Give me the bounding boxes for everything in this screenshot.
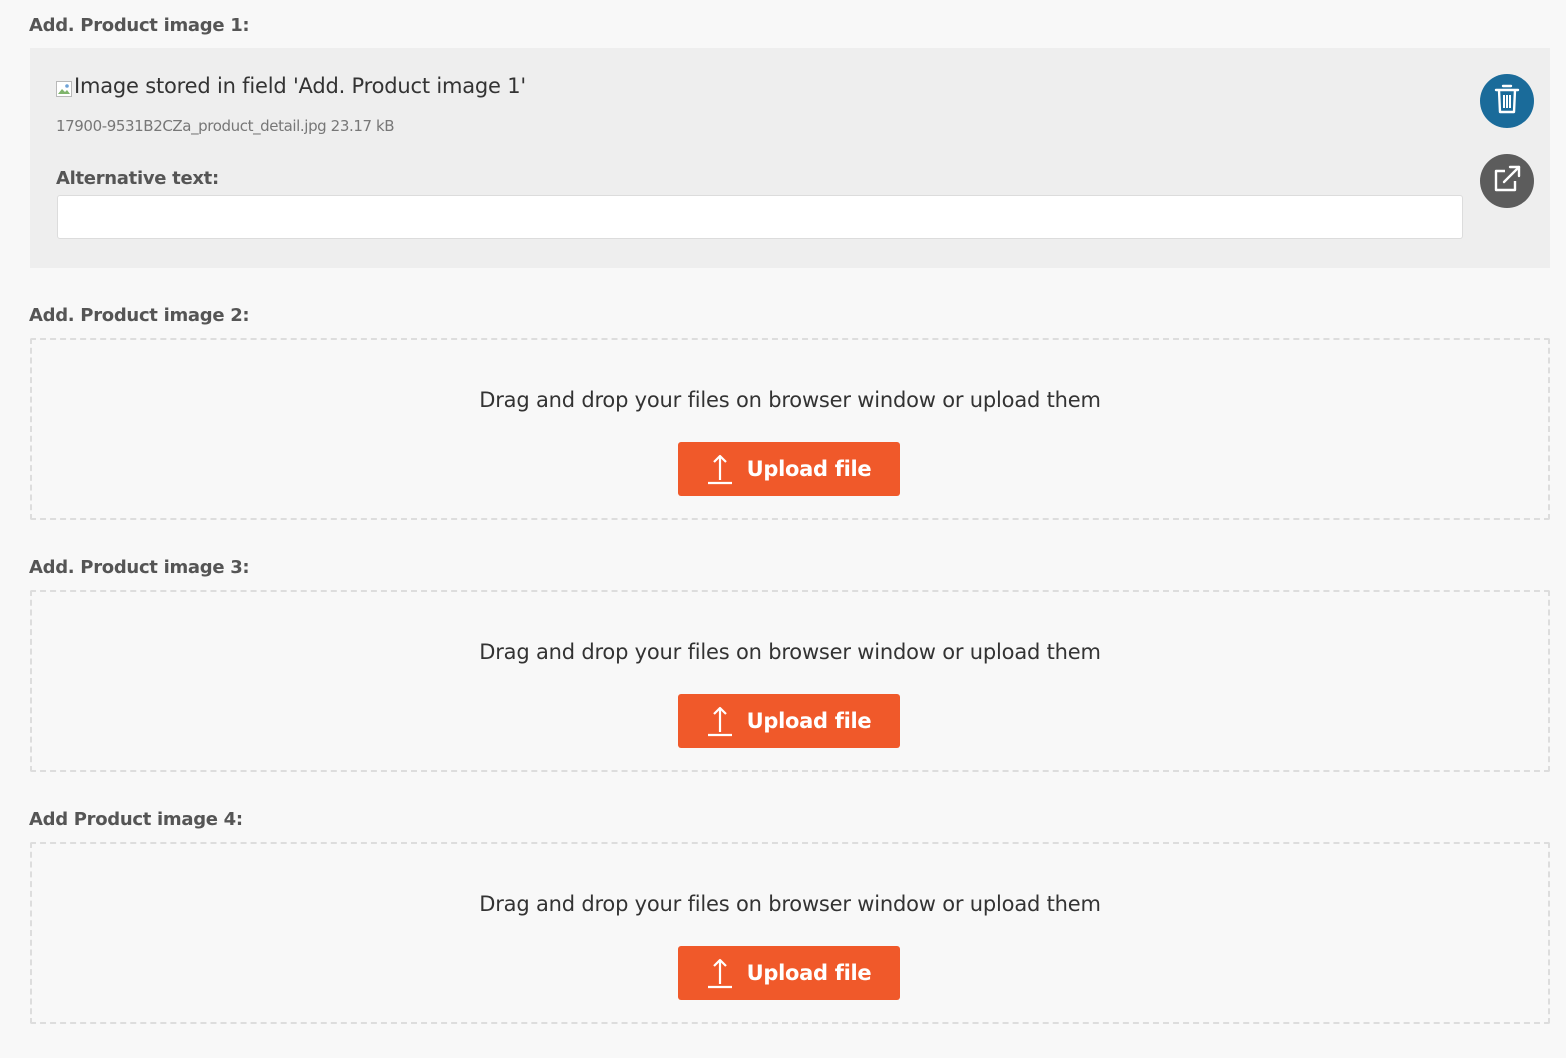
upload-arrow-icon xyxy=(707,453,733,485)
stored-image: Image stored in field 'Add. Product imag… xyxy=(56,74,526,98)
upload-file-button[interactable]: Upload file xyxy=(678,442,900,496)
delete-image-button[interactable] xyxy=(1480,74,1534,128)
upload-arrow-icon xyxy=(707,705,733,737)
dropzone-text: Drag and drop your files on browser wind… xyxy=(479,640,1101,664)
broken-image-icon xyxy=(56,78,72,97)
trash-icon xyxy=(1492,83,1522,119)
file-meta: 17900-9531B2CZa_product_detail.jpg 23.17… xyxy=(56,117,395,135)
dropzone-text: Drag and drop your files on browser wind… xyxy=(479,892,1101,916)
upload-file-label: Upload file xyxy=(746,457,872,481)
upload-file-button[interactable]: Upload file xyxy=(678,694,900,748)
field-label-product-image-3: Add. Product image 3: xyxy=(29,557,250,578)
stored-image-alt-text: Image stored in field 'Add. Product imag… xyxy=(74,74,526,98)
upload-file-label: Upload file xyxy=(746,961,872,985)
upload-file-label: Upload file xyxy=(746,709,872,733)
alternative-text-input[interactable] xyxy=(57,195,1463,239)
stored-image-panel: Image stored in field 'Add. Product imag… xyxy=(30,48,1550,268)
alternative-text-label: Alternative text: xyxy=(56,168,219,189)
field-label-product-image-2: Add. Product image 2: xyxy=(29,305,250,326)
upload-arrow-icon xyxy=(707,957,733,989)
dropzone-product-image-3[interactable]: Drag and drop your files on browser wind… xyxy=(30,590,1550,772)
external-link-icon xyxy=(1491,163,1523,199)
dropzone-product-image-4[interactable]: Drag and drop your files on browser wind… xyxy=(30,842,1550,1024)
open-image-button[interactable] xyxy=(1480,154,1534,208)
dropzone-product-image-2[interactable]: Drag and drop your files on browser wind… xyxy=(30,338,1550,520)
upload-file-button[interactable]: Upload file xyxy=(678,946,900,1000)
field-label-product-image-4: Add Product image 4: xyxy=(29,809,243,830)
field-label-product-image-1: Add. Product image 1: xyxy=(29,15,250,36)
dropzone-text: Drag and drop your files on browser wind… xyxy=(479,388,1101,412)
